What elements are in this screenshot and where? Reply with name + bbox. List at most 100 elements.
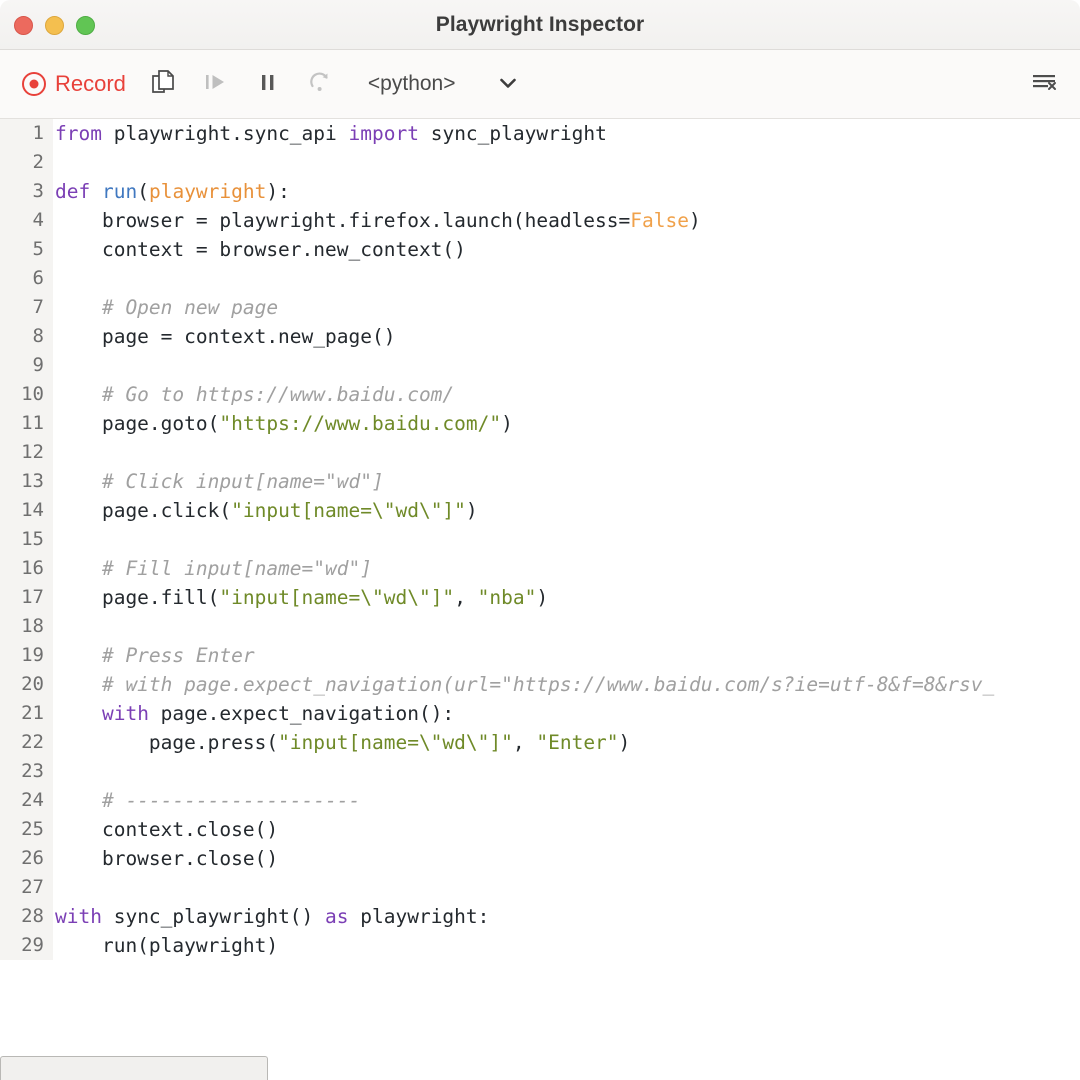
code-line: 7 # Open new page [0, 293, 1080, 322]
pause-button[interactable] [248, 64, 288, 104]
code-line: 4 browser = playwright.firefox.launch(he… [0, 206, 1080, 235]
line-number: 6 [0, 264, 53, 293]
code-token-plain: page = context.new_page() [55, 325, 395, 348]
line-number: 22 [0, 728, 53, 757]
line-number: 21 [0, 699, 53, 728]
code-line-content: with page.expect_navigation(): [53, 699, 1080, 728]
line-number: 12 [0, 438, 53, 467]
record-button-label: Record [55, 71, 126, 97]
traffic-light-group [14, 0, 95, 50]
line-number: 11 [0, 409, 53, 438]
code-line: 12 [0, 438, 1080, 467]
resume-icon [307, 69, 333, 100]
copy-icon [151, 68, 177, 101]
line-number: 14 [0, 496, 53, 525]
line-number: 19 [0, 641, 53, 670]
line-number: 18 [0, 612, 53, 641]
code-token-plain: ) [689, 209, 701, 232]
status-panel[interactable] [0, 1056, 268, 1080]
window-title: Playwright Inspector [0, 13, 1080, 37]
code-line-content: with sync_playwright() as playwright: [53, 902, 1080, 931]
code-line-content: # with page.expect_navigation(url="https… [53, 670, 1080, 699]
line-number: 9 [0, 351, 53, 380]
code-token-plain: ) [536, 586, 548, 609]
code-line: 26 browser.close() [0, 844, 1080, 873]
code-token-cmt: # -------------------- [55, 789, 360, 812]
code-line-content: page.press("input[name=\"wd\"]", "Enter"… [53, 728, 1080, 757]
resume-button[interactable] [300, 64, 340, 104]
code-token-plain: context = browser.new_context() [55, 238, 466, 261]
window-titlebar: Playwright Inspector [0, 0, 1080, 50]
code-line-content: page.click("input[name=\"wd\"]") [53, 496, 1080, 525]
code-token-fn: run [102, 180, 137, 203]
code-token-cmt: # Press Enter [55, 644, 255, 667]
code-token-plain: ) [466, 499, 478, 522]
copy-button[interactable] [144, 64, 184, 104]
code-line-content: browser = playwright.firefox.launch(head… [53, 206, 1080, 235]
line-number: 8 [0, 322, 53, 351]
line-number: 2 [0, 148, 53, 177]
code-token-plain: playwright.sync_api [102, 122, 349, 145]
code-token-str: "input[name=\"wd\"]" [219, 586, 454, 609]
code-line-content: # Go to https://www.baidu.com/ [53, 380, 1080, 409]
line-number: 24 [0, 786, 53, 815]
code-token-str: "https://www.baidu.com/" [219, 412, 501, 435]
code-token-str: "Enter" [536, 731, 618, 754]
line-number: 20 [0, 670, 53, 699]
close-window-button[interactable] [14, 16, 33, 35]
code-token-plain: page.goto( [55, 412, 219, 435]
code-token-kw: with [55, 905, 102, 928]
code-line: 1from playwright.sync_api import sync_pl… [0, 119, 1080, 148]
status-bar [0, 1030, 1080, 1079]
code-token-cmt: # Go to https://www.baidu.com/ [55, 383, 454, 406]
minimize-window-button[interactable] [45, 16, 64, 35]
line-number: 3 [0, 177, 53, 206]
clear-log-button[interactable] [1026, 68, 1062, 100]
code-token-kw: as [325, 905, 348, 928]
code-token-kw: def [55, 180, 90, 203]
playwright-inspector-window: Playwright Inspector Record [0, 0, 1080, 1080]
code-line-content: from playwright.sync_api import sync_pla… [53, 119, 1080, 148]
code-line: 5 context = browser.new_context() [0, 235, 1080, 264]
code-token-cmt: # Click input[name="wd"] [55, 470, 384, 493]
code-line-content: page.fill("input[name=\"wd\"]", "nba") [53, 583, 1080, 612]
code-line-content: browser.close() [53, 844, 1080, 873]
code-token-plain: page.press( [55, 731, 278, 754]
source-code-editor[interactable]: 1from playwright.sync_api import sync_pl… [0, 119, 1080, 1030]
line-number: 23 [0, 757, 53, 786]
code-line-list: 1from playwright.sync_api import sync_pl… [0, 119, 1080, 960]
maximize-window-button[interactable] [76, 16, 95, 35]
language-select[interactable]: <python> [368, 72, 518, 96]
step-over-button[interactable] [196, 64, 236, 104]
line-number: 4 [0, 206, 53, 235]
chevron-down-icon [498, 75, 518, 94]
code-line-content: page = context.new_page() [53, 322, 1080, 351]
line-number: 29 [0, 931, 53, 960]
code-line: 23 [0, 757, 1080, 786]
code-line: 17 page.fill("input[name=\"wd\"]", "nba"… [0, 583, 1080, 612]
code-line: 18 [0, 612, 1080, 641]
code-line: 9 [0, 351, 1080, 380]
record-button[interactable]: Record [18, 69, 130, 99]
code-token-const: False [630, 209, 689, 232]
code-token-kw: import [349, 122, 419, 145]
code-token-plain: ) [619, 731, 631, 754]
code-token-str: "input[name=\"wd\"]" [231, 499, 466, 522]
code-line-content: # -------------------- [53, 786, 1080, 815]
code-token-plain: page.click( [55, 499, 231, 522]
code-line: 19 # Press Enter [0, 641, 1080, 670]
line-number: 15 [0, 525, 53, 554]
line-number: 27 [0, 873, 53, 902]
code-line: 21 with page.expect_navigation(): [0, 699, 1080, 728]
inspector-toolbar: Record [0, 50, 1080, 119]
code-line: 25 context.close() [0, 815, 1080, 844]
code-line-content: # Press Enter [53, 641, 1080, 670]
record-dot-icon [22, 72, 46, 96]
code-line: 6 [0, 264, 1080, 293]
code-token-str: "nba" [478, 586, 537, 609]
code-line: 10 # Go to https://www.baidu.com/ [0, 380, 1080, 409]
code-line-content: run(playwright) [53, 931, 1080, 960]
code-line: 3def run(playwright): [0, 177, 1080, 206]
line-number: 5 [0, 235, 53, 264]
code-token-plain: playwright: [349, 905, 490, 928]
